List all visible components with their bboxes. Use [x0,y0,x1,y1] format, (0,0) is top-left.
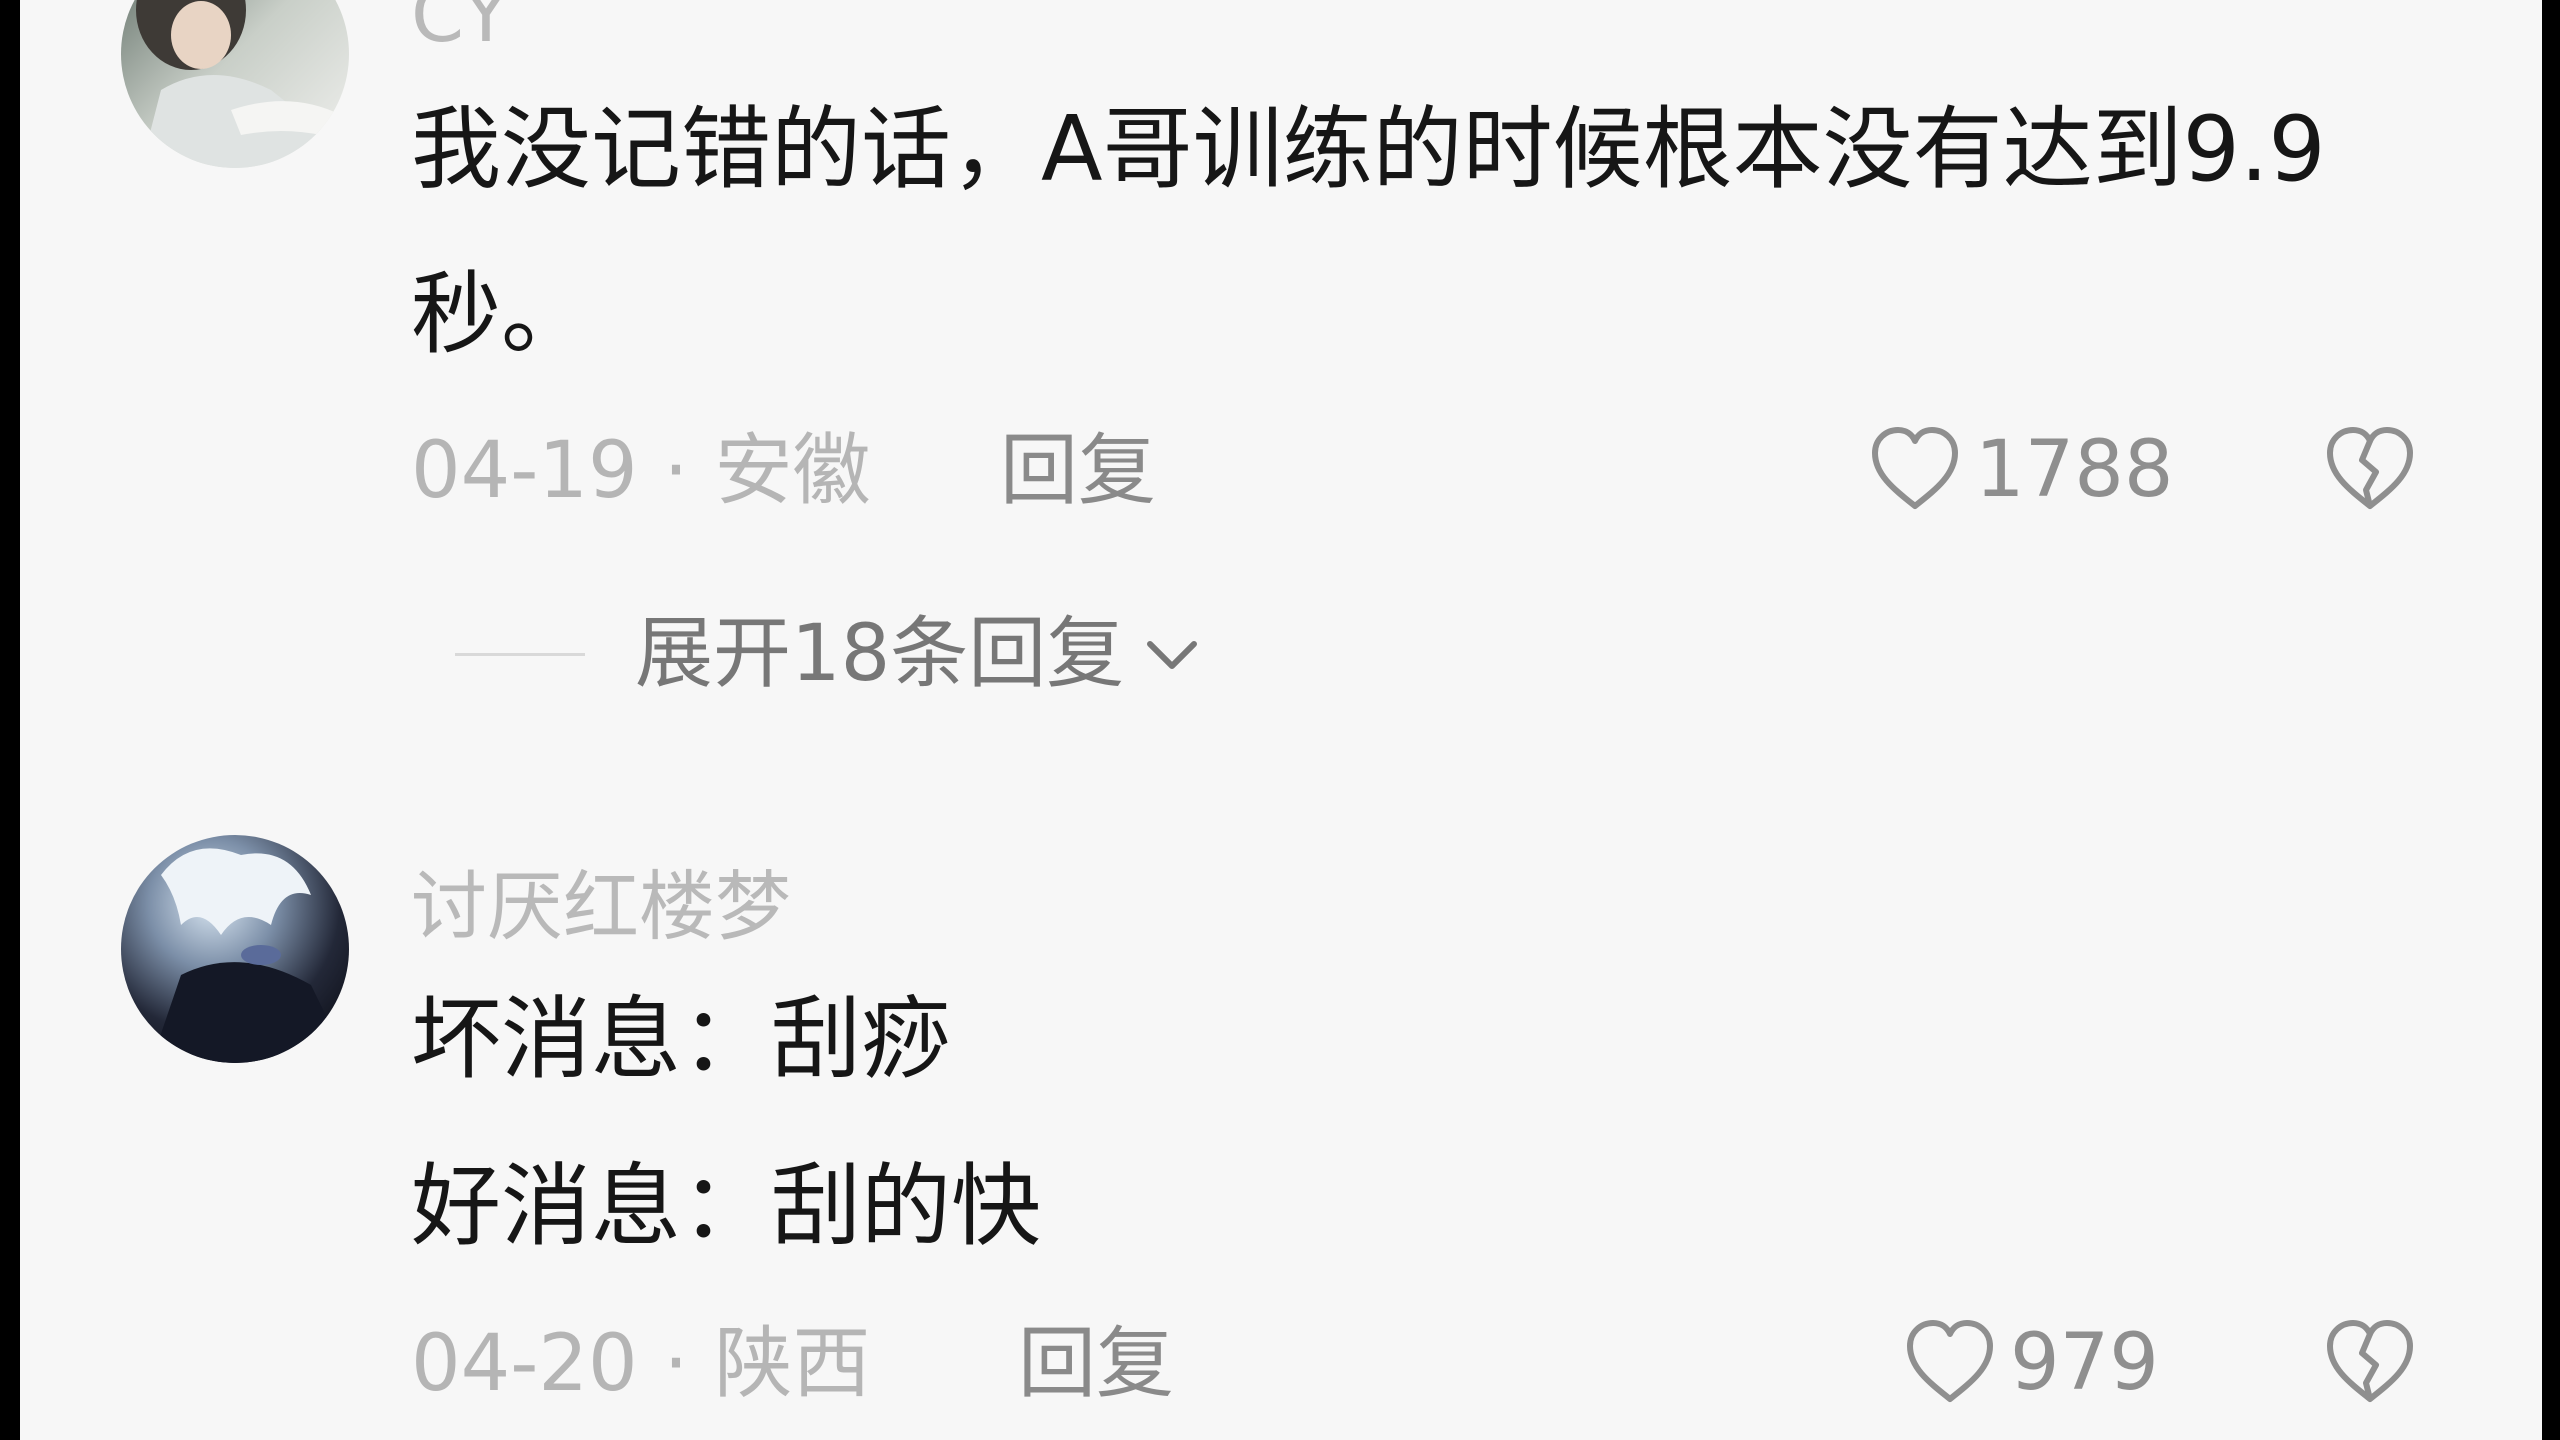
comment-location: 安徽 [714,426,871,516]
like-button[interactable]: 979 [1900,1313,2159,1413]
screen-frame: CY 我没记错的话，A哥训练的时候根本没有达到9.9 秒。 04-19 · 安徽 回… [0,0,2560,1440]
comment-date: 04-20 [411,1319,638,1409]
comment-text-line: 秒。 [411,262,591,367]
meta-separator: · [663,1319,689,1409]
like-count: 979 [2010,1318,2159,1408]
comment-text-line: 坏消息：刮痧 [411,987,951,1092]
expand-divider [455,652,585,656]
comment-meta: 04-19 · 安徽 [411,432,870,510]
heart-outline-icon [1872,427,1958,509]
chevron-down-icon [1147,641,1198,669]
broken-heart-icon [2327,427,2413,509]
broken-heart-icon [2327,1320,2413,1402]
comment-date: 04-19 [411,426,638,516]
comment-text-line: 好消息：刮的快 [411,1154,1041,1259]
expand-replies-label: 展开18条回复 [635,609,1125,699]
comment-location: 陕西 [714,1319,871,1409]
avatar[interactable] [121,835,349,1063]
expand-replies-button[interactable]: 展开18条回复 [455,615,1202,693]
heart-outline-icon [1907,1320,1993,1402]
comment-text-line: 我没记错的话，A哥训练的时候根本没有达到9.9 [411,97,2326,202]
comment-username[interactable]: 讨厌红楼梦 [411,845,791,955]
comment-meta: 04-20 · 陕西 [411,1325,870,1403]
reply-button[interactable]: 回复 [1018,1325,1174,1403]
meta-separator: · [663,426,689,516]
like-button[interactable]: 1788 [1865,420,2174,520]
dislike-button[interactable] [2320,420,2420,520]
reply-button[interactable]: 回复 [1000,432,1156,510]
comment-list[interactable]: CY 我没记错的话，A哥训练的时候根本没有达到9.9 秒。 04-19 · 安徽 回… [20,0,2542,1440]
like-count: 1788 [1975,425,2174,515]
avatar[interactable] [121,0,349,168]
dislike-button[interactable] [2320,1313,2420,1413]
comment-username[interactable]: CY [411,0,509,59]
